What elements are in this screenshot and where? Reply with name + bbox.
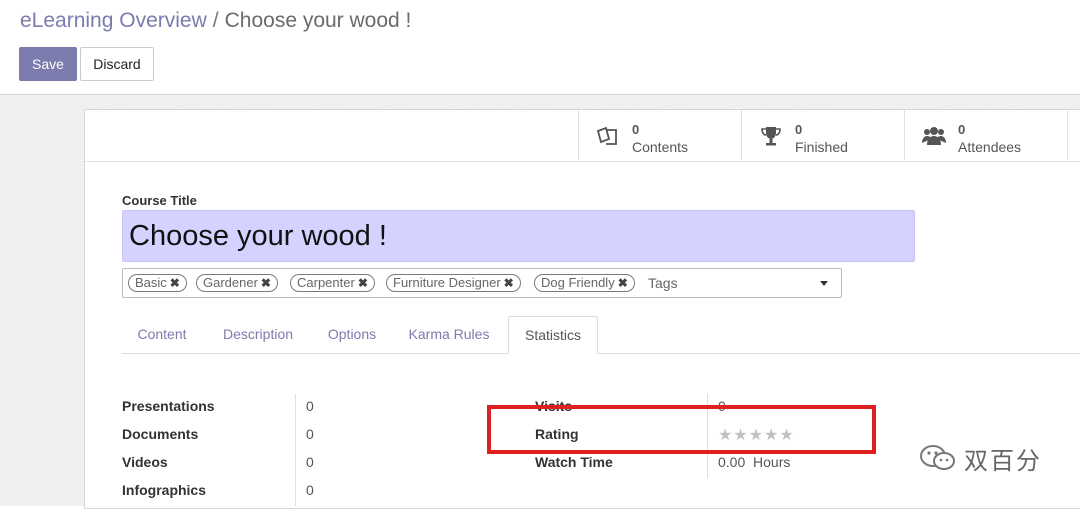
attendees-stat-button[interactable]: 0 Attendees [904, 110, 1067, 160]
tab-options[interactable]: Options [312, 316, 392, 353]
presentations-value: 0 [306, 398, 314, 414]
finished-label: Finished [795, 139, 848, 155]
watch-time-value: 0.00 Hours [718, 454, 790, 470]
trophy-icon [761, 127, 781, 146]
course-title-label: Course Title [122, 193, 197, 208]
contents-label: Contents [632, 139, 689, 155]
tab-karma-rules[interactable]: Karma Rules [394, 316, 504, 353]
tag-label: Furniture Designer [393, 275, 501, 290]
more-stat-button[interactable] [1067, 110, 1075, 160]
breadcrumb-current: Choose your wood ! [224, 9, 412, 32]
tag-furniture-designer: Furniture Designer ✖ [386, 274, 521, 292]
contents-stat-button[interactable]: 0 Contents [578, 110, 741, 160]
tag-basic: Basic ✖ [128, 274, 187, 292]
finished-stat-button[interactable]: 0 Finished [741, 110, 904, 160]
attendees-count: 0 [958, 122, 966, 137]
save-button[interactable]: Save [19, 47, 77, 81]
tag-remove-icon[interactable]: ✖ [170, 276, 180, 290]
tag-label: Dog Friendly [541, 275, 615, 290]
documents-label: Documents [122, 426, 199, 442]
watch-time-unit: Hours [753, 454, 791, 470]
tags-input-placeholder[interactable]: Tags [648, 275, 678, 291]
documents-value: 0 [306, 426, 314, 442]
tag-dog-friendly: Dog Friendly ✖ [534, 274, 635, 292]
videos-label: Videos [122, 454, 168, 470]
tag-remove-icon[interactable]: ✖ [504, 276, 514, 290]
videos-value: 0 [306, 454, 314, 470]
contents-count: 0 [632, 122, 640, 137]
infographics-value: 0 [306, 482, 314, 498]
tag-label: Carpenter [297, 275, 355, 290]
watermark: 双百分 [918, 443, 1042, 475]
tag-carpenter: Carpenter ✖ [290, 274, 375, 292]
tag-remove-icon[interactable]: ✖ [261, 276, 271, 290]
smart-button-bar: 0 Contents 0 Finished 0 Attendees [85, 110, 1080, 162]
tab-content[interactable]: Content [122, 316, 202, 353]
tags-field[interactable]: Basic ✖ Gardener ✖ Carpenter ✖ Furniture De… [122, 268, 842, 298]
breadcrumb: eLearning Overview / Choose your wood ! [20, 9, 411, 33]
tag-label: Basic [135, 275, 167, 290]
tag-gardener: Gardener ✖ [196, 274, 278, 292]
watch-time-number: 0.00 [718, 454, 746, 470]
finished-count: 0 [795, 122, 803, 137]
attendees-label: Attendees [958, 139, 1022, 155]
users-icon [922, 127, 946, 145]
watch-time-label: Watch Time [535, 454, 613, 470]
discard-button[interactable]: Discard [80, 47, 154, 81]
chevron-down-icon[interactable] [820, 281, 828, 286]
column-divider [295, 394, 296, 506]
tag-remove-icon[interactable]: ✖ [618, 276, 628, 290]
control-panel: eLearning Overview / Choose your wood ! Sa… [0, 0, 1080, 94]
course-title-input[interactable]: Choose your wood ! [122, 210, 915, 262]
breadcrumb-parent-link[interactable]: eLearning Overview [20, 9, 207, 32]
tab-statistics[interactable]: Statistics [508, 316, 598, 354]
watermark-text: 双百分 [964, 447, 1042, 475]
wechat-icon [920, 445, 955, 470]
breadcrumb-separator: / [212, 9, 219, 32]
documents-icon [596, 126, 617, 145]
presentations-label: Presentations [122, 398, 215, 414]
notebook-tabs: Content Description Options Karma Rules … [122, 316, 1080, 354]
tag-remove-icon[interactable]: ✖ [358, 276, 368, 290]
infographics-label: Infographics [122, 482, 207, 498]
tab-description[interactable]: Description [208, 316, 308, 353]
highlight-box [487, 405, 876, 454]
tag-label: Gardener [203, 275, 258, 290]
